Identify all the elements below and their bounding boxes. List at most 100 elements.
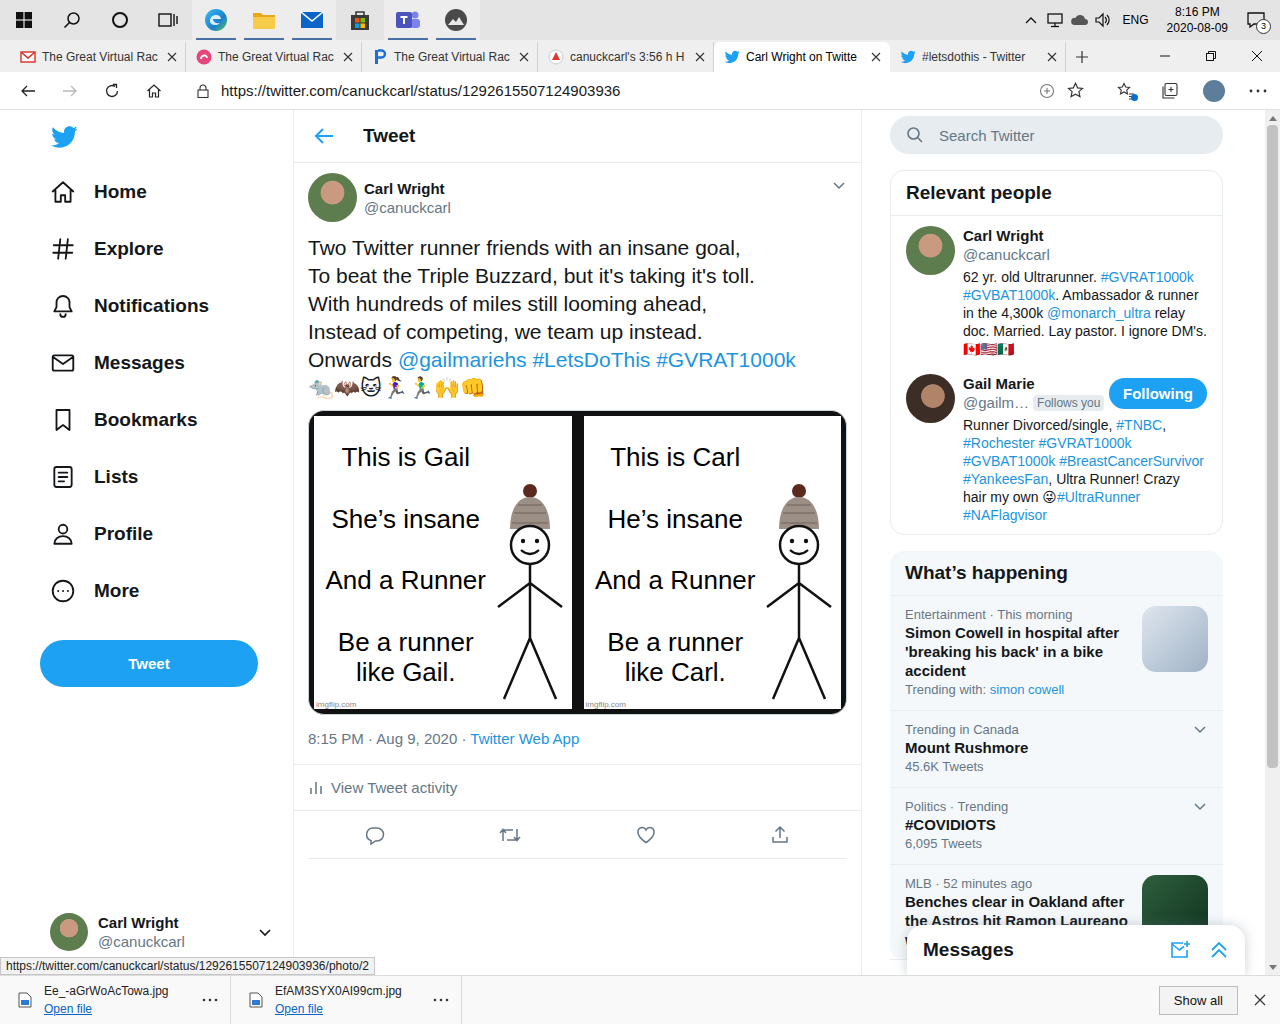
nav-item[interactable]: Profile [40, 505, 293, 562]
search-field[interactable]: Search Twitter [890, 116, 1223, 154]
open-file-link[interactable]: Open file [275, 1002, 421, 1017]
taskbar-edge-button[interactable] [192, 0, 240, 40]
bio-link[interactable]: #UltraRunner [1057, 489, 1140, 505]
taskbar-mail-button[interactable] [288, 0, 336, 40]
minimize-button[interactable] [1142, 40, 1188, 72]
retweet-icon[interactable] [499, 825, 521, 845]
profile-button[interactable] [1192, 75, 1236, 107]
bio-link[interactable]: #BreastCancerSurvivor [1059, 453, 1204, 469]
taskbar-search-button[interactable] [48, 0, 96, 40]
more-dots-icon[interactable] [433, 998, 449, 1002]
close-tab-icon[interactable] [1047, 52, 1057, 62]
open-file-link[interactable]: Open file [44, 1002, 190, 1017]
close-tab-icon[interactable] [695, 52, 705, 62]
bio-link[interactable]: #GVBAT1000k [963, 453, 1055, 469]
back-button[interactable] [7, 75, 49, 107]
like-heart-icon[interactable] [636, 825, 656, 845]
bio-link[interactable]: #TNBC [1116, 417, 1162, 433]
page-scrollbar[interactable] [1265, 110, 1280, 975]
nav-item[interactable]: Lists [40, 448, 293, 505]
browser-tab[interactable]: The Great Virtual Rac [10, 42, 186, 72]
add-app-icon[interactable] [1039, 83, 1055, 99]
following-button[interactable]: Following [1109, 378, 1207, 409]
person-row[interactable]: Carl Wright@canuckcarl62 yr. old Ultraru… [891, 216, 1222, 368]
tweet-source-link[interactable]: Twitter Web App [470, 730, 579, 747]
taskbar-store-button[interactable] [336, 0, 384, 40]
taskbar-start-button[interactable] [0, 0, 48, 40]
favorite-star-icon[interactable] [1067, 82, 1084, 99]
double-chevron-up-icon[interactable] [1209, 940, 1229, 960]
browser-tab[interactable]: The Great Virtual Rac [362, 42, 538, 72]
reply-icon[interactable] [365, 825, 385, 845]
chevron-down-icon[interactable] [1192, 798, 1208, 814]
tweet-button[interactable]: Tweet [40, 640, 258, 687]
bio-link[interactable]: #GVRAT1000k [1101, 269, 1194, 285]
close-downloads-icon[interactable] [1254, 994, 1266, 1006]
download-item[interactable]: Ee_-aGrWoAcTowa.jpgOpen file [0, 976, 231, 1024]
new-message-icon[interactable] [1169, 940, 1191, 960]
show-hidden-icons-button[interactable] [1019, 0, 1043, 40]
close-window-button[interactable] [1234, 40, 1280, 72]
nav-item[interactable]: Explore [40, 220, 293, 277]
more-dots-icon[interactable] [202, 998, 218, 1002]
person-row[interactable]: Gail Marie@gailm…Follows youFollowingRun… [891, 368, 1222, 534]
favorites-button[interactable] [1104, 75, 1148, 107]
author-name[interactable]: Carl Wright [364, 179, 824, 198]
tweet-link[interactable]: #LetsDoThis [532, 348, 650, 371]
close-tab-icon[interactable] [343, 52, 353, 62]
bio-link[interactable]: #GVBAT1000k [963, 287, 1055, 303]
browser-tab[interactable]: The Great Virtual Rac [186, 42, 362, 72]
input-language[interactable]: ENG [1115, 13, 1159, 27]
volume-button[interactable] [1091, 0, 1115, 40]
scroll-thumb[interactable] [1267, 125, 1278, 768]
show-all-downloads-button[interactable]: Show all [1159, 986, 1238, 1015]
meme-image[interactable]: This is GailShe’s insaneAnd a RunnerBe a… [309, 411, 577, 714]
close-tab-icon[interactable] [871, 52, 881, 62]
restore-button[interactable] [1188, 40, 1234, 72]
caret-down-icon[interactable] [831, 177, 847, 193]
settings-more-button[interactable] [1236, 75, 1280, 107]
collections-button[interactable] [1148, 75, 1192, 107]
taskbar-explorer-button[interactable] [240, 0, 288, 40]
scroll-down-button[interactable] [1265, 960, 1280, 975]
onedrive-button[interactable] [1067, 0, 1091, 40]
bio-link[interactable]: #GVRAT1000k [1038, 435, 1131, 451]
taskbar-cortana-button[interactable] [96, 0, 144, 40]
taskbar-teams-button[interactable] [384, 0, 432, 40]
bio-link[interactable]: #YankeesFan [963, 471, 1048, 487]
browser-tab[interactable]: #letsdothis - Twitter [890, 42, 1066, 72]
view-tweet-activity[interactable]: View Tweet activity [294, 765, 861, 811]
nav-item[interactable]: Home [40, 163, 293, 220]
tweet-link[interactable]: #GVRAT1000k [656, 348, 796, 371]
author-avatar[interactable] [308, 173, 357, 222]
network-button[interactable] [1043, 0, 1067, 40]
bio-link[interactable]: @monarch_ultra [1047, 305, 1151, 321]
trend-item[interactable]: Politics · Trending#COVIDIOTS6,095 Tweet… [890, 788, 1223, 865]
messages-drawer[interactable]: Messages [907, 925, 1245, 975]
nav-item[interactable]: Messages [40, 334, 293, 391]
trend-link[interactable]: simon cowell [990, 682, 1064, 697]
nav-item[interactable]: More [40, 562, 293, 619]
address-field[interactable]: https://twitter.com/canuckcarl/status/12… [185, 76, 1096, 106]
account-switcher[interactable]: Carl Wright@canuckcarl [40, 913, 273, 951]
new-tab-button[interactable] [1066, 42, 1098, 72]
browser-tab[interactable]: Carl Wright on Twitte [714, 42, 890, 72]
nav-item[interactable]: Notifications [40, 277, 293, 334]
forward-button[interactable] [49, 75, 91, 107]
trend-item[interactable]: Trending in CanadaMount Rushmore45.6K Tw… [890, 711, 1223, 788]
back-arrow-icon[interactable] [313, 125, 335, 147]
taskbar-photo-app-button[interactable] [432, 0, 480, 40]
action-center-button[interactable]: 3 [1236, 0, 1276, 40]
scroll-up-button[interactable] [1265, 110, 1280, 125]
refresh-button[interactable] [91, 75, 133, 107]
browser-tab[interactable]: canuckcarl's 3:56 h H [538, 42, 714, 72]
clock[interactable]: 8:16 PM2020-08-09 [1159, 4, 1236, 36]
author-handle[interactable]: @canuckcarl [364, 198, 824, 217]
bio-link[interactable]: #Rochester [963, 435, 1035, 451]
meme-image[interactable]: This is CarlHe’s insaneAnd a RunnerBe a … [579, 411, 847, 714]
close-tab-icon[interactable] [519, 52, 529, 62]
share-icon[interactable] [770, 825, 790, 845]
twitter-bird-logo-icon[interactable] [50, 123, 78, 151]
trend-item[interactable]: Entertainment · This morningSimon Cowell… [890, 596, 1223, 711]
taskbar-task-view-button[interactable] [144, 0, 192, 40]
